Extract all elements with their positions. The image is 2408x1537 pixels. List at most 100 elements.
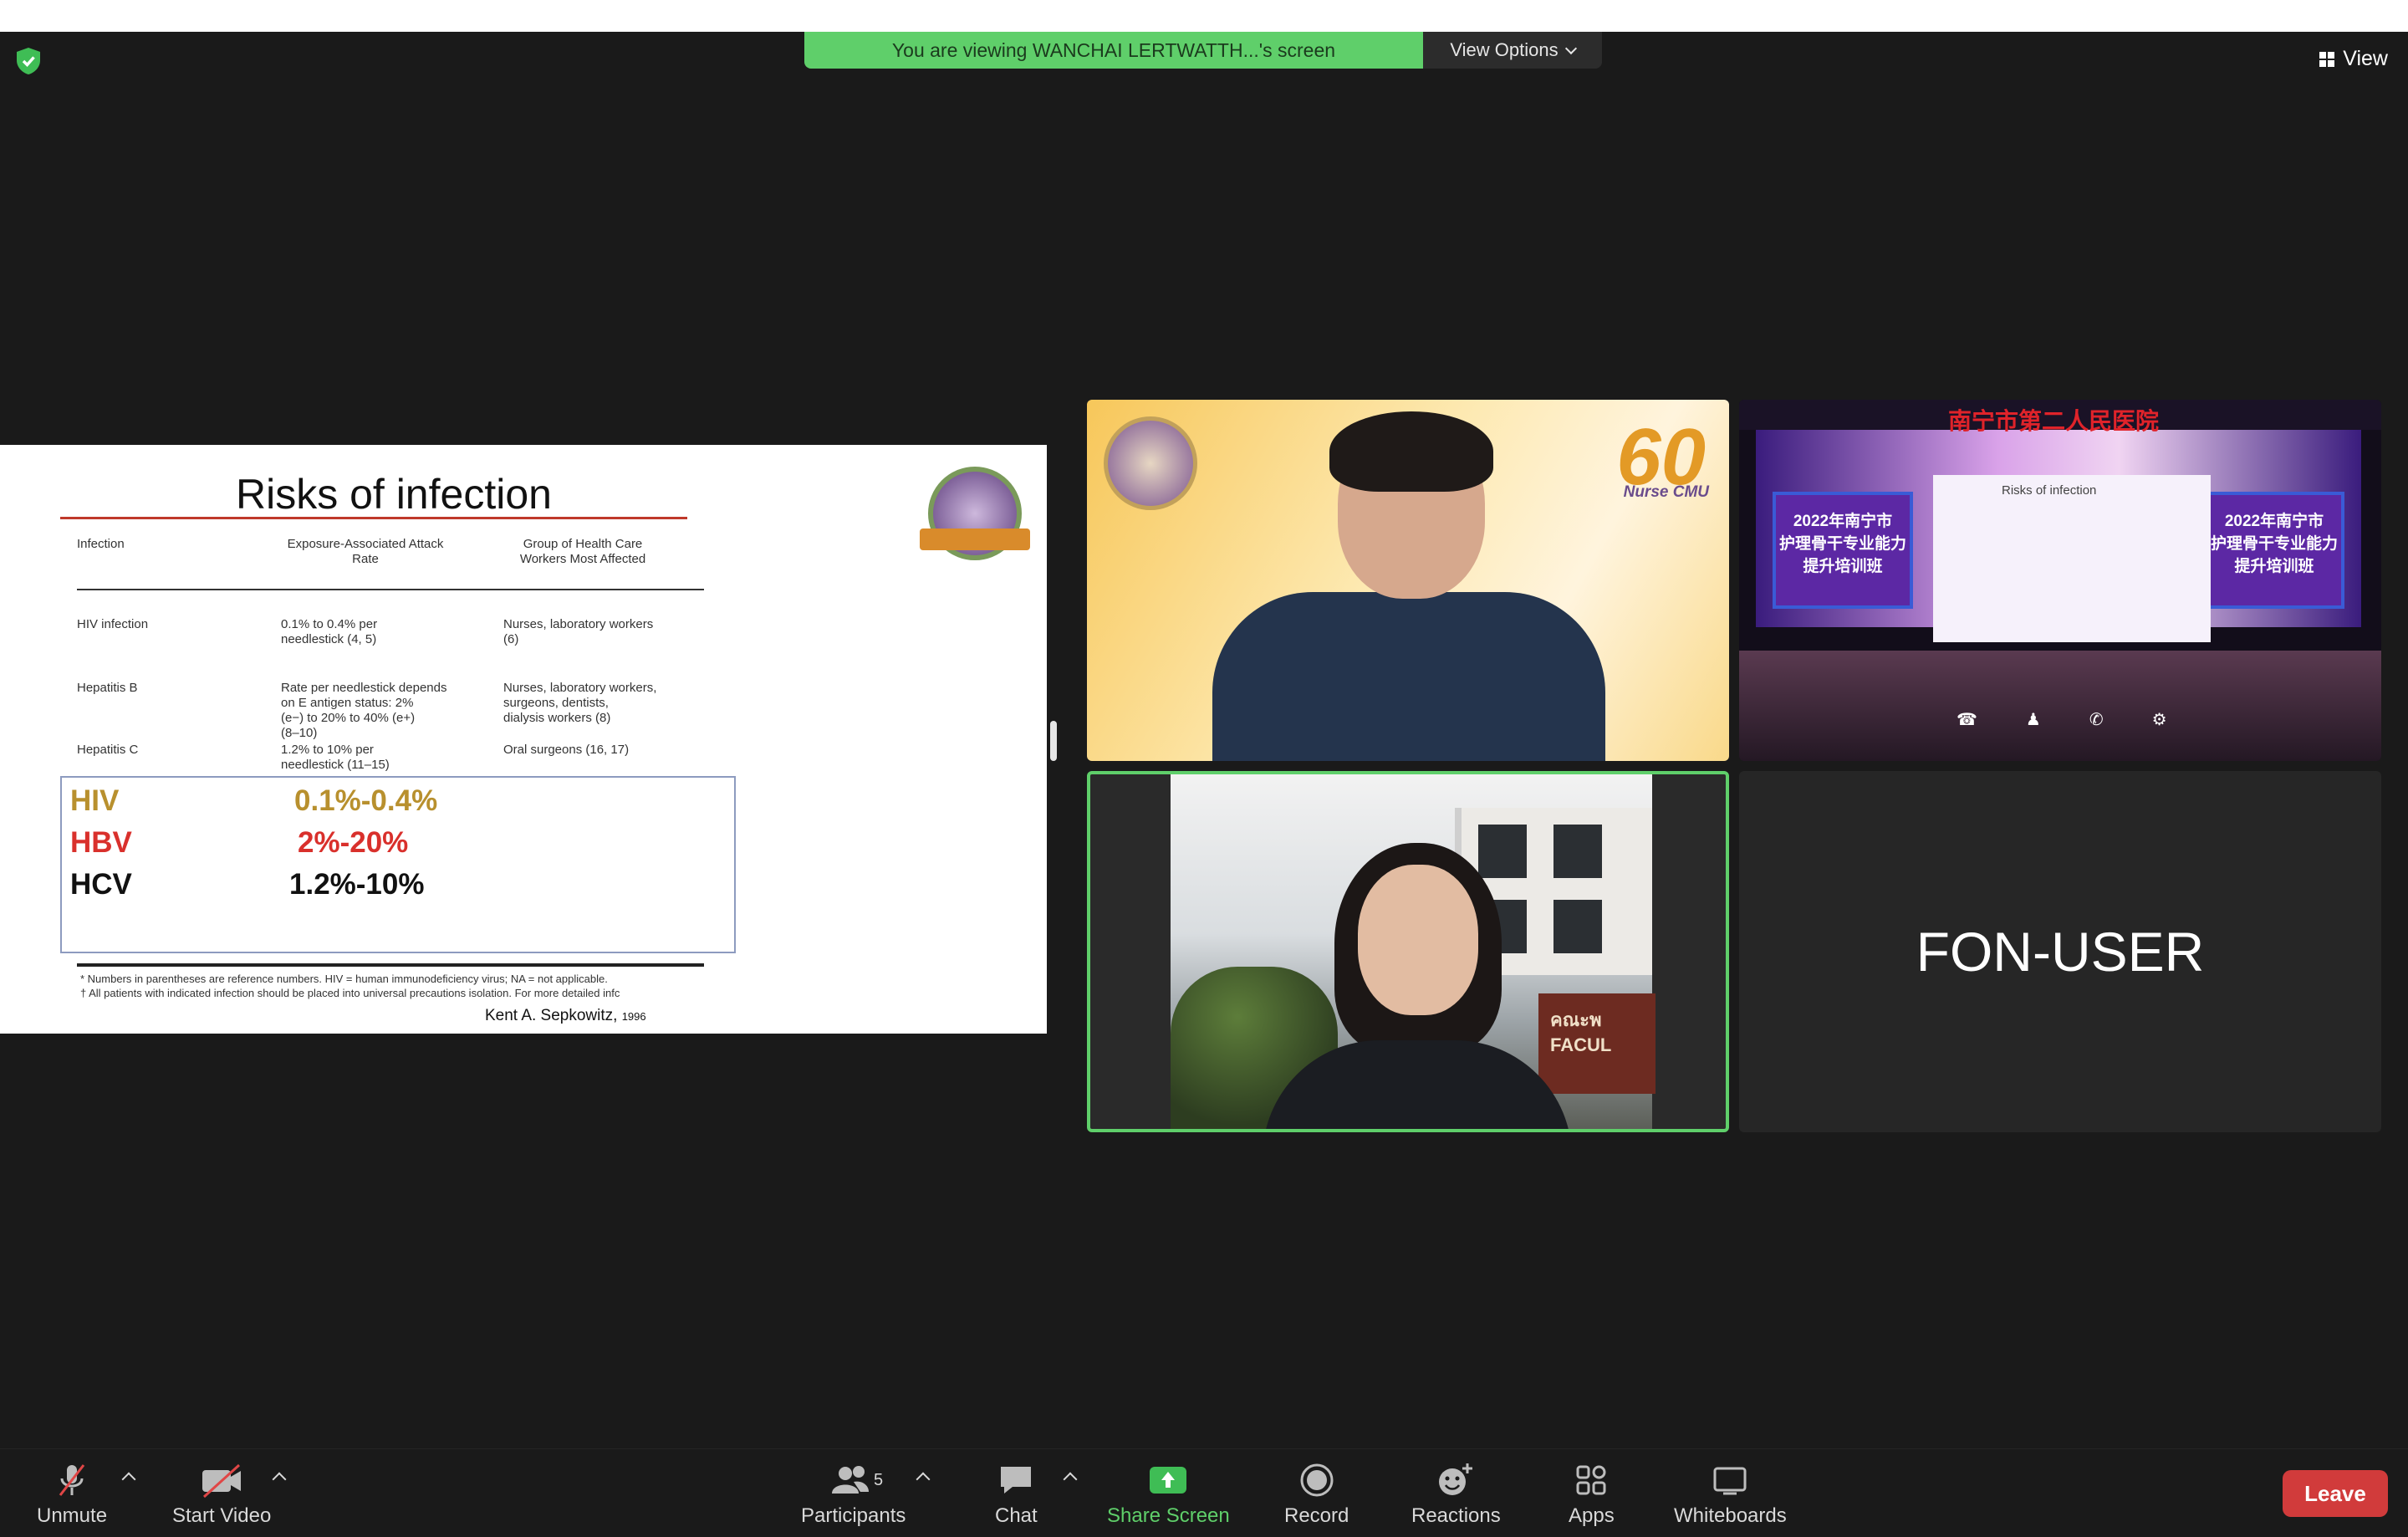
table-cell: 0.1% to 0.4% per needlestick (4, 5) xyxy=(281,617,378,646)
summary-label: HBV xyxy=(70,826,132,859)
table-cell: Nurses, laboratory workers (6) xyxy=(503,617,654,646)
start-video-button[interactable]: Start Video xyxy=(172,1461,271,1528)
unmute-label: Unmute xyxy=(37,1504,108,1527)
table-cell: HIV infection xyxy=(77,617,149,631)
participants-count: 5 xyxy=(874,1471,883,1489)
call-icon: ✆ xyxy=(2089,711,2104,729)
faculty-sign: คณะพ FACUL xyxy=(1538,993,1656,1094)
title-underline xyxy=(60,517,687,519)
share-screen-label: Share Screen xyxy=(1107,1504,1230,1527)
share-screen-button[interactable]: Share Screen xyxy=(1107,1461,1230,1528)
table-cell: 1.2% to 10% per needlestick (11–15) xyxy=(281,743,390,772)
table-cell: Oral surgeons (16, 17) xyxy=(503,743,630,757)
citation-author: Kent A. Sepkowitz, xyxy=(485,1007,618,1024)
view-label: View xyxy=(2343,47,2388,70)
logo-ribbon xyxy=(920,529,1030,550)
citation: Kent A. Sepkowitz, 1996 xyxy=(485,1007,646,1025)
participant-name: FON-USER xyxy=(1916,921,2205,983)
chevron-down-icon xyxy=(1564,42,1577,54)
smiley-plus-icon xyxy=(1436,1461,1476,1499)
chat-icon xyxy=(997,1461,1034,1499)
record-label: Record xyxy=(1284,1504,1349,1527)
stage-floor xyxy=(1739,651,2381,761)
leave-button[interactable]: Leave xyxy=(2283,1470,2388,1517)
view-options-button[interactable]: View Options xyxy=(1423,32,1602,69)
slide-title: Risks of infection xyxy=(236,471,552,518)
participant-background: คณะพ FACUL xyxy=(1171,774,1656,1129)
table-cell: Nurses, laboratory workers, surgeons, de… xyxy=(503,681,657,725)
unmute-button[interactable]: Unmute xyxy=(37,1461,107,1528)
phone-icon: ☎ xyxy=(1956,711,1977,729)
whiteboards-label: Whiteboards xyxy=(1674,1504,1787,1527)
apps-button[interactable]: Apps xyxy=(1569,1461,1615,1528)
video-options-caret[interactable] xyxy=(272,1472,287,1487)
share-screen-icon xyxy=(1148,1461,1188,1499)
video-tile-presenter[interactable]: 60 Nurse CMU xyxy=(1087,400,1729,761)
video-tile-fon-user[interactable]: FON-USER xyxy=(1739,771,2381,1132)
meeting-toolbar: Unmute Start Video 5 Participants Chat S… xyxy=(0,1448,2408,1537)
participant-face xyxy=(1358,865,1478,1015)
window xyxy=(1553,825,1602,878)
start-video-label: Start Video xyxy=(172,1504,272,1527)
risk-summary-box: HIV 0.1%-0.4% HBV 2%-20% HCV 1.2%-10% xyxy=(60,776,736,953)
screen-share-banner: You are viewing WANCHAI LERTWATTH...'s s… xyxy=(804,32,1602,69)
chat-options-caret[interactable] xyxy=(1063,1472,1078,1487)
record-button[interactable]: Record xyxy=(1284,1461,1349,1528)
gear-icon: ⚙ xyxy=(2151,711,2167,729)
window xyxy=(1478,825,1527,878)
record-icon xyxy=(1298,1461,1335,1499)
top-strip xyxy=(0,0,2408,32)
summary-value: 0.1%-0.4% xyxy=(294,784,438,817)
table-rule xyxy=(77,589,704,590)
reactions-label: Reactions xyxy=(1411,1504,1501,1527)
table-header: Exposure-Associated Attack Rate xyxy=(287,537,444,566)
participants-icon: 5 xyxy=(820,1461,887,1499)
table-cell: Hepatitis B xyxy=(77,681,138,695)
summary-value: 2%-20% xyxy=(298,826,409,859)
projected-slide: Risks of infection xyxy=(1933,475,2211,642)
chat-label: Chat xyxy=(995,1504,1038,1527)
hospital-name: 南宁市第二人民医院 xyxy=(1948,408,2160,434)
video-tile-active-speaker[interactable]: คณะพ FACUL xyxy=(1087,771,1729,1132)
video-tile-conference-hall[interactable]: 南宁市第二人民医院 2022年南宁市 护理骨干专业能力 提升培训班 2022年南… xyxy=(1739,400,2381,761)
participants-options-caret[interactable] xyxy=(916,1472,931,1487)
table-cell: Rate per needlestick depends on E antige… xyxy=(281,681,447,740)
view-options-label: View Options xyxy=(1450,39,1559,60)
university-logo xyxy=(1104,416,1197,510)
shield-check-icon[interactable] xyxy=(15,47,42,75)
participants-label: Participants xyxy=(801,1504,906,1527)
shared-screen-slide: Risks of infection Infection Exposure-As… xyxy=(0,445,1047,1034)
footnotes: * Numbers in parentheses are reference n… xyxy=(80,972,716,1000)
audio-options-caret[interactable] xyxy=(121,1472,136,1487)
microphone-muted-icon xyxy=(54,1461,90,1499)
footnote: † All patients with indicated infection … xyxy=(80,987,620,999)
projected-slide-title: Risks of infection xyxy=(2002,483,2097,498)
footnote-rule xyxy=(77,963,704,967)
stage-banner-left: 2022年南宁市 护理骨干专业能力 提升培训班 xyxy=(1773,492,1913,609)
summary-value: 1.2%-10% xyxy=(289,868,425,901)
viewing-screen-text: You are viewing WANCHAI LERTWATTH...'s s… xyxy=(804,32,1423,69)
window xyxy=(1553,900,1602,953)
apps-icon xyxy=(1573,1461,1610,1499)
view-button[interactable]: View xyxy=(2319,47,2388,71)
participants-button[interactable]: 5 Participants xyxy=(801,1461,906,1528)
people-icon: ♟ xyxy=(2025,711,2041,729)
chat-button[interactable]: Chat xyxy=(995,1461,1038,1528)
whiteboard-icon xyxy=(1710,1461,1750,1499)
table-header: Infection xyxy=(77,537,125,551)
summary-label: HIV xyxy=(70,784,120,817)
conference-icons: ☎ ♟ ✆ ⚙ xyxy=(1956,709,2167,730)
camera-off-icon xyxy=(199,1461,244,1499)
participant-body xyxy=(1212,592,1605,761)
participant-hair xyxy=(1329,411,1493,492)
table-header: Group of Health Care Workers Most Affect… xyxy=(519,537,646,566)
citation-year: 1996 xyxy=(621,1010,646,1023)
resize-splitter-handle[interactable] xyxy=(1050,721,1057,761)
grid-layout-icon xyxy=(2319,51,2335,67)
summary-label: HCV xyxy=(70,868,132,901)
anniversary-badge-text: Nurse CMU xyxy=(1623,483,1709,501)
footnote: * Numbers in parentheses are reference n… xyxy=(80,973,608,985)
stage-banner-right: 2022年南宁市 护理骨干专业能力 提升培训班 xyxy=(2204,492,2344,609)
reactions-button[interactable]: Reactions xyxy=(1411,1461,1501,1528)
whiteboards-button[interactable]: Whiteboards xyxy=(1674,1461,1787,1528)
